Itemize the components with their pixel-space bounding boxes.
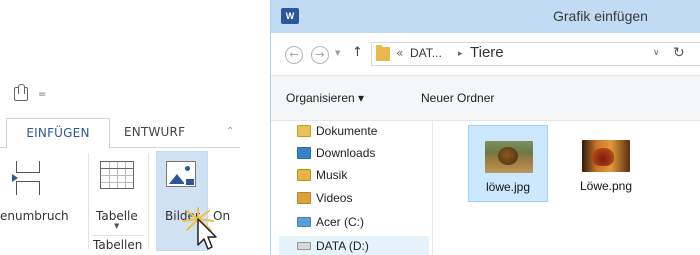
dialog-titlebar[interactable]: W Grafik einfügen	[271, 0, 700, 33]
nav-item-label: Videos	[316, 191, 353, 205]
back-arrow-icon[interactable]: ←	[285, 46, 303, 64]
file-item[interactable]: löwe.jpg	[468, 125, 548, 202]
nav-item-label: Dokumente	[316, 124, 378, 138]
picture-icon	[166, 161, 196, 187]
file-list: löwe.jpg Löwe.png	[434, 121, 700, 255]
quick-access-toolbar: =	[14, 84, 46, 101]
address-overflow[interactable]: «	[396, 46, 403, 60]
drive-icon	[297, 242, 311, 250]
music-folder-icon	[297, 169, 311, 181]
dialog-title: Grafik einfügen	[553, 8, 648, 24]
nav-item-label: Musik	[316, 168, 348, 182]
breadcrumb-tiere[interactable]: Tiere	[470, 44, 504, 61]
page-break-icon	[12, 161, 42, 195]
table-dropdown-icon: ▼	[114, 222, 120, 230]
page-break-label: enumbruch	[0, 209, 69, 223]
tab-next-partial[interactable]: ⌃	[226, 118, 235, 149]
folder-icon	[376, 45, 390, 61]
ribbon-separator	[148, 153, 149, 249]
drive-icon	[297, 217, 311, 227]
forward-arrow-icon[interactable]: →	[311, 46, 329, 64]
ribbon-separator	[88, 153, 89, 249]
ribbon-tabs: EINFÜGEN ENTWURF ⌃	[0, 118, 240, 149]
organize-button[interactable]: Organisieren ▾	[286, 91, 364, 105]
nav-item-dokumente[interactable]: Dokumente	[297, 122, 377, 140]
file-name: Löwe.png	[579, 179, 633, 193]
tables-group-label: Tabellen	[93, 238, 143, 252]
nav-item-videos[interactable]: Videos	[297, 189, 352, 207]
documents-folder-icon	[297, 125, 311, 137]
address-dropdown-icon[interactable]: ∨	[653, 48, 660, 58]
recent-locations-icon[interactable]: ▼	[335, 49, 340, 57]
nav-item-acer-c[interactable]: Acer (C:)	[297, 213, 364, 231]
image-thumbnail	[485, 141, 533, 173]
nav-item-musik[interactable]: Musik	[297, 166, 347, 184]
refresh-icon[interactable]: ↻	[673, 45, 685, 61]
image-thumbnail	[582, 140, 630, 172]
address-bar[interactable]: « DAT... ▸ Tiere ∨ ↻	[371, 42, 700, 66]
insert-picture-dialog: W Grafik einfügen ← → ▼ ↑ « DAT... ▸ Tie…	[270, 0, 700, 255]
nav-item-data-d[interactable]: DATA (D:)	[297, 237, 369, 255]
navigation-bar: ← → ▼ ↑ « DAT... ▸ Tiere ∨ ↻	[271, 33, 700, 75]
breadcrumb-data[interactable]: DAT...	[410, 46, 442, 60]
nav-item-label: Acer (C:)	[316, 215, 364, 229]
command-bar: Organisieren ▾ Neuer Ordner	[271, 75, 700, 121]
table-label: Tabelle	[96, 209, 138, 223]
tab-entwurf[interactable]: ENTWURF	[124, 118, 185, 149]
navigation-pane: Dokumente Downloads Musik Videos Acer (C…	[271, 121, 433, 255]
downloads-folder-icon	[297, 147, 311, 159]
videos-folder-icon	[297, 192, 311, 204]
mouse-cursor-icon	[182, 207, 217, 250]
file-name: löwe.jpg	[485, 180, 531, 194]
table-icon	[100, 161, 134, 189]
nav-item-downloads[interactable]: Downloads	[297, 144, 375, 162]
touch-mode-icon[interactable]	[14, 84, 28, 101]
new-folder-button[interactable]: Neuer Ordner	[421, 91, 494, 105]
up-arrow-icon[interactable]: ↑	[352, 45, 363, 60]
breadcrumb-separator-icon[interactable]: ▸	[458, 49, 463, 59]
nav-item-label: DATA (D:)	[316, 239, 369, 253]
file-item[interactable]: Löwe.png	[566, 125, 646, 202]
group-divider	[92, 235, 144, 236]
nav-item-label: Downloads	[316, 146, 376, 160]
word-ribbon-area: = EINFÜGEN ENTWURF ⌃ enumbruch Tabelle ▼…	[0, 0, 240, 255]
tab-einfuegen[interactable]: EINFÜGEN	[6, 118, 110, 149]
qat-customize-button[interactable]: =	[38, 89, 46, 100]
